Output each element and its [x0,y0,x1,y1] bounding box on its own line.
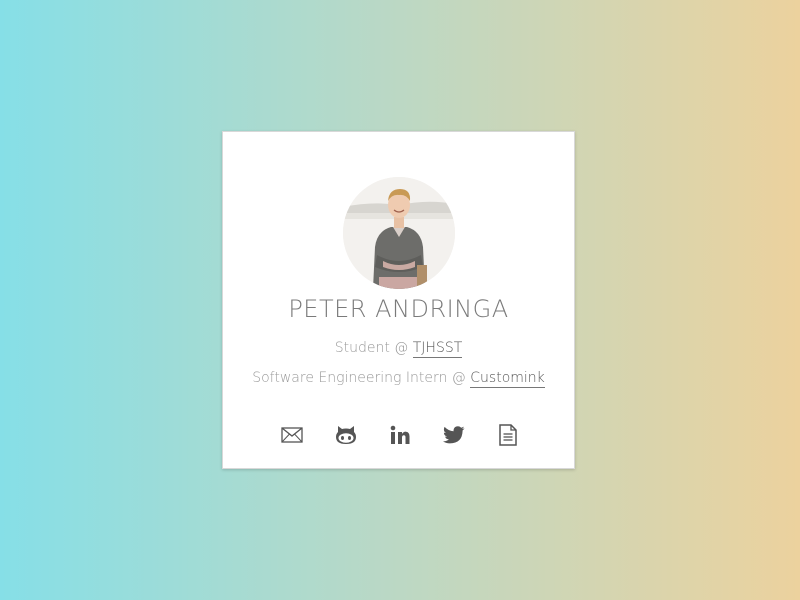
avatar [343,177,455,289]
profile-card: PETER ANDRINGA Student @ TJHSST Software… [222,131,575,469]
role-intern-prefix: Software Engineering Intern @ [252,370,471,386]
mail-icon[interactable] [279,422,305,448]
profile-name: PETER ANDRINGA [288,295,509,323]
social-links [223,422,574,448]
customink-link[interactable]: Customink [470,370,545,388]
role-student: Student @ TJHSST [223,340,574,358]
role-intern: Software Engineering Intern @ Customink [223,370,574,388]
github-icon[interactable] [333,422,359,448]
linkedin-icon[interactable] [387,422,413,448]
tjhsst-link[interactable]: TJHSST [412,340,463,358]
role-student-prefix: Student @ [334,340,413,356]
document-icon[interactable] [495,422,521,448]
twitter-icon[interactable] [441,422,467,448]
